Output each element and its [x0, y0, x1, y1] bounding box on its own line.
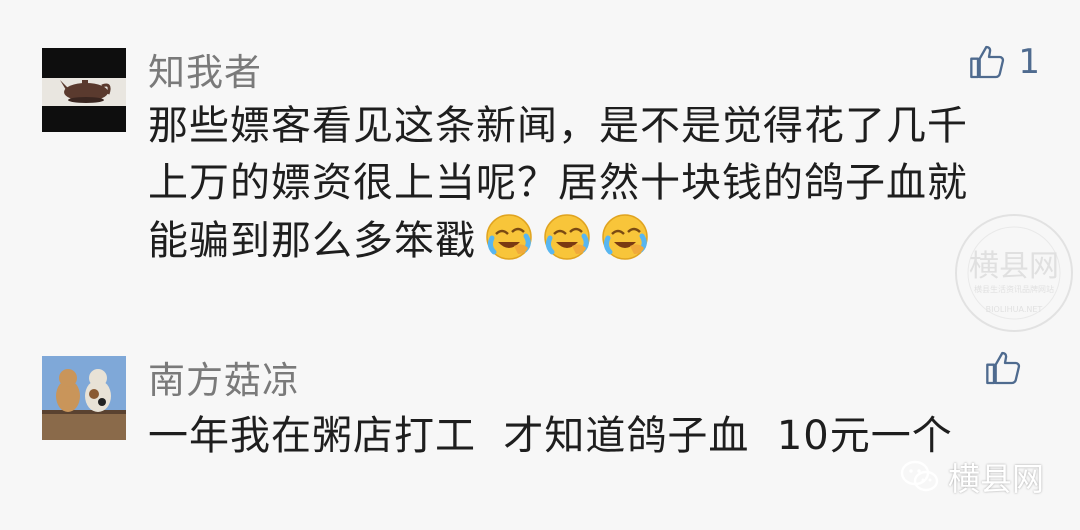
comment-username[interactable]: 南方菇凉: [148, 350, 300, 404]
tears-of-joy-emoji-icon: [544, 214, 590, 260]
comment-username[interactable]: 知我者: [148, 42, 262, 96]
comment-text: 那些嫖客看见这条新闻，是不是觉得花了几千 上万的嫖资很上当呢？居然十块钱的鸽子血…: [148, 98, 1048, 270]
tears-of-joy-emoji-icon: [602, 214, 648, 260]
watermark-seal: 横县网 横县生活资讯品牌网站 BIOLIHUA.NET: [955, 214, 1073, 332]
watermark-sub: 横县生活资讯品牌网站: [974, 284, 1054, 294]
brand-mark: 横县网: [900, 454, 1044, 500]
avatar[interactable]: [42, 356, 126, 440]
comment-line: 能骗到那么多笨戳: [148, 218, 476, 264]
like-count: 1: [1018, 42, 1040, 82]
thumbs-up-icon: [986, 351, 1021, 385]
comment-line: 那些嫖客看见这条新闻，是不是觉得花了几千: [148, 103, 968, 149]
watermark-domain: BIOLIHUA.NET: [986, 305, 1043, 314]
comment-line: 上万的嫖资很上当呢？居然十块钱的鸽子血就: [148, 160, 968, 206]
thumbs-up-icon: [970, 45, 1005, 79]
watermark-main: 横县网: [969, 249, 1059, 284]
tears-of-joy-emoji-icon: [486, 214, 532, 260]
like-button[interactable]: 1: [968, 42, 1040, 82]
wechat-icon: [900, 460, 939, 492]
brand-label: 横县网: [947, 460, 1044, 498]
comment-line-with-emoji: 能骗到那么多笨戳: [148, 212, 1048, 270]
like-button[interactable]: [984, 348, 1034, 388]
avatar[interactable]: [42, 48, 126, 132]
